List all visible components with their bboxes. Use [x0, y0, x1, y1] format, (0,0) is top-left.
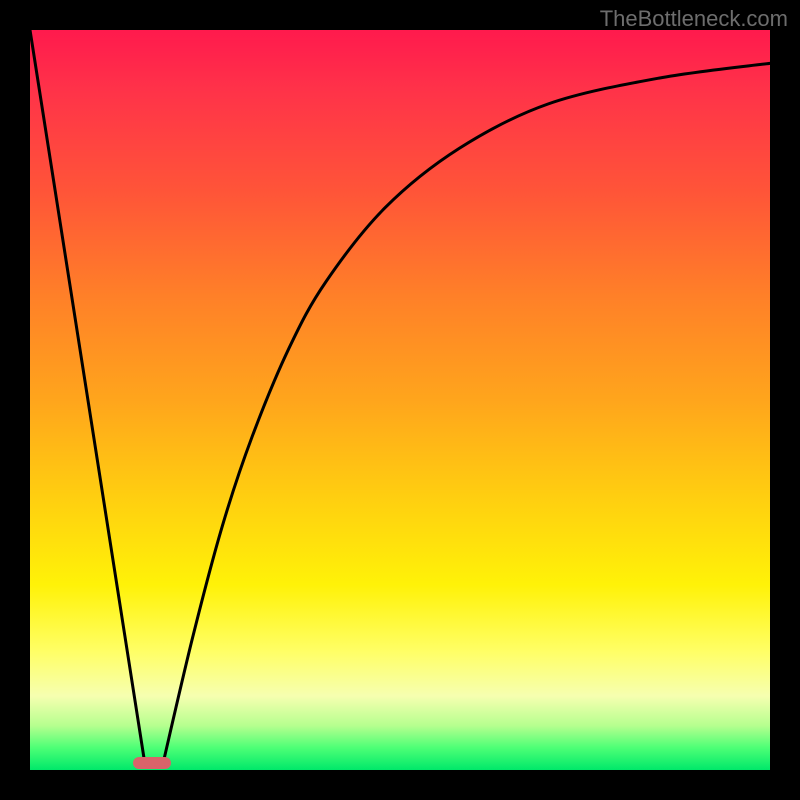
left-line [30, 30, 145, 763]
plot-area [30, 30, 770, 770]
bottleneck-marker [133, 757, 171, 769]
curves-svg [30, 30, 770, 770]
chart-frame: TheBottleneck.com [0, 0, 800, 800]
right-curve [163, 63, 770, 762]
watermark-text: TheBottleneck.com [600, 6, 788, 32]
